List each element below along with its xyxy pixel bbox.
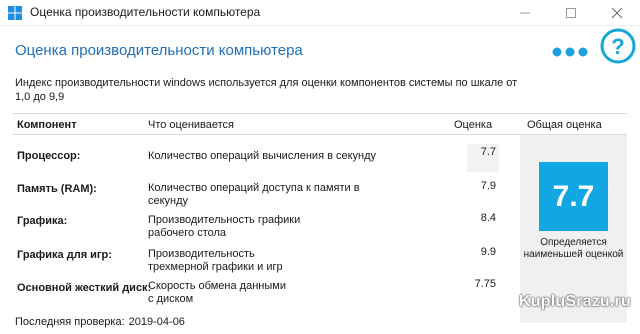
component-name: Процессор: [17, 150, 81, 162]
maximize-icon [566, 8, 576, 18]
component-score: 7.7 [467, 144, 499, 172]
minimize-button[interactable] [502, 0, 548, 26]
column-header-overall: Общая оценка [527, 119, 602, 131]
maximize-button[interactable] [548, 0, 594, 26]
minimize-icon [520, 12, 530, 14]
component-description: Производительность графики рабочего стол… [148, 214, 301, 239]
more-dots-icon[interactable] [551, 45, 591, 59]
component-description: Производительность трехмерной графики и … [148, 248, 283, 273]
window-title: Оценка производительности компьютера [30, 5, 261, 19]
column-header-component: Компонент [17, 119, 77, 131]
table-header: Компонент Что оценивается Оценка Общая о… [12, 113, 627, 135]
description-text: Индекс производительности windows исполь… [15, 77, 518, 103]
last-check-status: Последняя проверка: 2019-04-06 [15, 316, 185, 328]
table-row: Основной жесткий диск: Скорость обмена д… [12, 277, 512, 309]
component-description: Количество операций доступа к памяти в с… [148, 182, 360, 207]
column-header-what: Что оценивается [148, 119, 235, 131]
windows-logo-icon [8, 6, 22, 20]
component-description: Количество операций вычисления в секунду [148, 150, 377, 162]
column-header-score: Оценка [454, 119, 493, 131]
component-name: Графика для игр: [17, 249, 112, 261]
component-score: 7.75 [474, 278, 496, 290]
overall-score-caption: Определяется наименьшей оценкой [523, 237, 624, 260]
component-name: Память (RAM): [17, 183, 97, 195]
close-icon [611, 7, 623, 19]
component-name: Основной жесткий диск: [17, 282, 152, 294]
watermark: KupluSrazu.ru [499, 293, 639, 323]
question-mark-icon[interactable]: ? [599, 27, 637, 65]
table-row: Графика: Производительность графики рабо… [12, 210, 512, 242]
page-title: Оценка производительности компьютера [15, 42, 303, 59]
svg-text:?: ? [611, 34, 624, 59]
component-score: 7.9 [480, 180, 496, 192]
overall-score-tile: 7.7 [539, 162, 608, 231]
component-score: 8.4 [480, 212, 496, 224]
watermark-text: KupluSrazu.ru [519, 293, 631, 310]
last-check-date: 2019-04-06 [128, 316, 185, 328]
last-check-label: Последняя проверка: [15, 316, 125, 328]
component-description: Скорость обмена данными с диском [148, 280, 286, 305]
close-button[interactable] [594, 0, 640, 26]
table-row: Память (RAM): Количество операций доступ… [12, 178, 512, 210]
table-row: Графика для игр: Производительность трех… [12, 244, 512, 276]
component-name: Графика: [17, 215, 68, 227]
shopping-cart-icon [499, 298, 517, 313]
table-row: Процессор: Количество операций вычислени… [12, 144, 512, 176]
title-bar: Оценка производительности компьютера [0, 0, 640, 26]
component-score: 9.9 [480, 246, 496, 258]
